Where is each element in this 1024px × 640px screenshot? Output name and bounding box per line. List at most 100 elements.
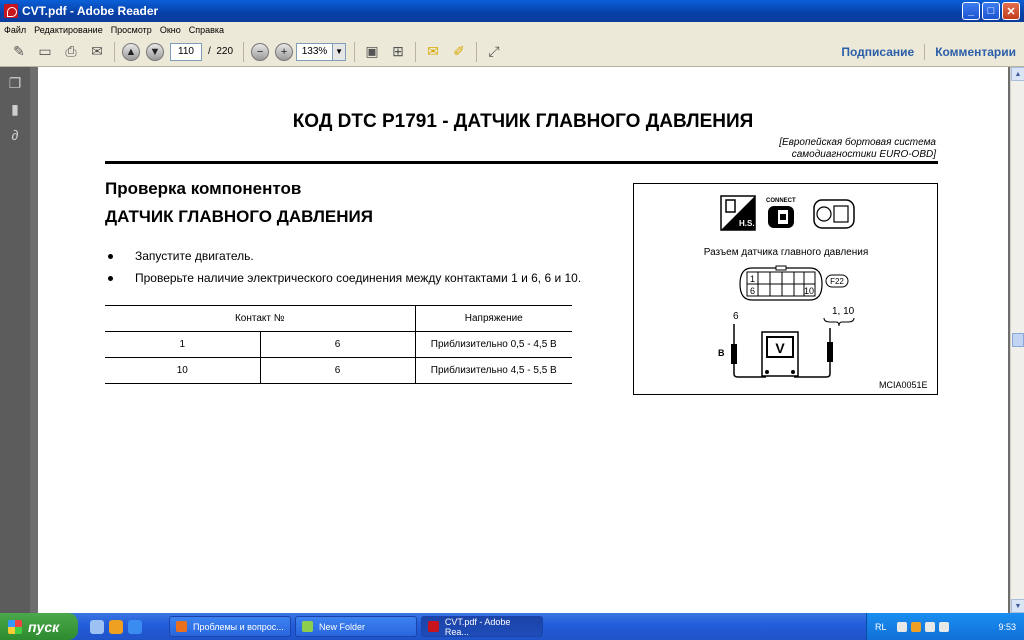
pages-icon[interactable]: ❐ [7,75,23,93]
probe-left-label: 6 [733,311,739,322]
cell-contact-a: 10 [105,357,260,384]
hs-label: H.S. [739,219,755,228]
close-button[interactable]: ✕ [1002,2,1020,20]
task-firefox[interactable]: Проблемы и вопрос... [169,616,291,637]
connector-diagram: H.S. CONNECT Разъем датчика главного дав… [633,183,938,395]
windows-logo-icon [8,619,22,634]
toolbar-separator [476,41,478,62]
ie-icon[interactable] [128,619,142,634]
browser-icon[interactable] [109,619,123,634]
email-icon[interactable]: ✉ [87,42,107,62]
system-tray: RL 9:53 [866,613,1024,640]
previous-page-icon[interactable]: ▲ [122,42,140,61]
scrollbar-thumb[interactable] [1012,333,1024,347]
next-page-icon[interactable]: ▼ [146,42,164,61]
taskbar: пуск Проблемы и вопрос... New Folder CVT… [0,613,1024,640]
sticky-note-icon[interactable]: ✉ [423,42,443,62]
adobe-reader-icon [4,4,18,18]
sensor-connector: 1 6 10 [739,265,823,301]
pin-10-label: 10 [804,286,814,296]
comments-button[interactable]: Комментарии [935,45,1016,59]
expand-icon[interactable]: ⤢ [484,42,504,62]
vertical-scrollbar[interactable]: ▲ ▼ [1010,67,1024,613]
cell-contact-b: 6 [259,331,415,358]
bookmark-icon[interactable]: ▮ [7,101,23,119]
pdf-page: КОД DTC P1791 - ДАТЧИК ГЛАВНОГО ДАВЛЕНИЯ… [38,67,1008,613]
connector-id: F22 [830,277,844,286]
tray-app-icon[interactable] [938,621,949,632]
voltmeter: V [761,331,799,377]
attachment-icon[interactable]: ∂ [7,127,23,145]
harness-side-icon: H.S. [720,195,756,231]
probe-right [827,342,833,362]
cell-contact-b: 6 [259,357,415,384]
document-title: КОД DTC P1791 - ДАТЧИК ГЛАВНОГО ДАВЛЕНИЯ [292,111,754,132]
zoom-in-icon[interactable]: + [275,42,294,61]
minimize-button[interactable]: _ [962,2,980,20]
list-item: Запустите двигатель. [105,245,581,267]
cell-contact-a: 1 [105,331,260,358]
toolbar-separator [415,41,417,62]
zoom-input[interactable]: 133% [296,42,333,61]
highlight-text-icon[interactable]: ✐ [449,42,469,62]
section-heading: Проверка компонентов [105,179,302,198]
table-header-row: Контакт № Напряжение [105,305,572,332]
bullet-list: Запустите двигатель. Проверьте наличие э… [105,245,581,289]
chevron-down-icon[interactable]: ▼ [332,42,347,61]
network-icon[interactable] [896,621,907,632]
menu-help[interactable]: Справка [185,25,228,35]
navigation-pane: ❐ ▮ ∂ [0,67,30,613]
menu-edit[interactable]: Редактирование [30,25,107,35]
sign-button[interactable]: Подписание [841,45,914,59]
scroll-down-icon[interactable]: ▼ [1011,599,1024,613]
firefox-icon [176,621,187,632]
toolbar-separator [114,41,115,62]
zoom-out-icon[interactable]: − [251,42,270,61]
cell-voltage: Приблизительно 4,5 - 5,5 В [414,357,572,384]
connector-caption: Разъем датчика главного давления [704,247,869,258]
volume-icon[interactable] [924,621,935,632]
table-row: 10 6 Приблизительно 4,5 - 5,5 В [105,357,572,384]
fit-page-icon[interactable]: ▣ [362,42,382,62]
connector-id-badge: F22 [825,274,849,288]
language-indicator[interactable]: RL [875,622,887,632]
window-titlebar: CVT.pdf - Adobe Reader _ □ ✕ [0,0,1024,22]
wire-letter: B [718,348,725,358]
header-contact: Контакт № [105,305,415,332]
menu-file[interactable]: Файл [0,25,30,35]
fit-width-icon[interactable]: ⊞ [388,42,408,62]
menu-window[interactable]: Окно [156,25,185,35]
header-voltage: Напряжение [414,305,572,332]
pin-1-label: 1 [750,274,755,284]
meter-letter: V [775,340,785,356]
window-title: CVT.pdf - Adobe Reader [22,4,159,18]
list-item: Проверьте наличие электрического соедине… [105,267,581,289]
voltage-table: Контакт № Напряжение 1 6 Приблизительно … [105,305,572,384]
connect-icon: CONNECT [766,198,796,228]
toolbar-separator [354,41,356,62]
quick-launch [90,619,147,634]
pin-6-label: 6 [750,286,755,296]
document-subtitle: [Европейская бортовая система самодиагно… [779,137,936,160]
print-icon[interactable]: ⎙ [61,42,81,62]
antivirus-icon[interactable] [910,621,921,632]
show-desktop-icon[interactable] [90,619,104,634]
figure-code: MCIA0051E [879,380,928,390]
menu-view[interactable]: Просмотр [107,25,156,35]
save-icon[interactable]: ▭ [35,42,55,62]
connector-face-icon [813,199,855,229]
page-total-label: / 220 [208,46,234,57]
title-rule [105,161,938,164]
cell-voltage: Приблизительно 0,5 - 4,5 В [414,331,572,358]
create-pdf-icon[interactable]: ✎ [9,42,29,62]
scroll-up-icon[interactable]: ▲ [1011,67,1024,81]
table-row: 1 6 Приблизительно 0,5 - 4,5 В [105,331,572,358]
menubar: Файл Редактирование Просмотр Окно Справк… [0,22,1024,37]
page-number-input[interactable]: 110 [170,42,202,61]
task-folder[interactable]: New Folder [295,616,417,637]
adobe-reader-icon [428,621,439,632]
start-button[interactable]: пуск [0,613,78,640]
task-adobe-reader[interactable]: CVT.pdf - Adobe Rea... [421,616,543,637]
maximize-button[interactable]: □ [982,2,1000,20]
connect-label: CONNECT [766,198,796,204]
